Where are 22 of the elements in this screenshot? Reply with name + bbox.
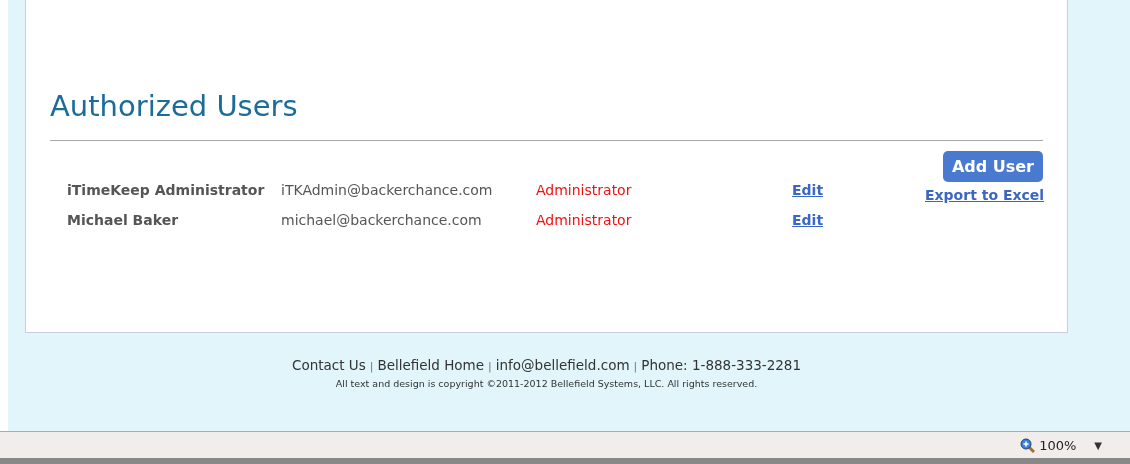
add-user-button[interactable]: Add User <box>942 151 1043 182</box>
zoom-icon[interactable] <box>1020 437 1036 453</box>
copyright-text: All text and design is copyright ©2011-2012 Bellefield Systems, LLC. All rights reserved. <box>334 378 759 389</box>
footer-phone: Phone: 1-888-333-2281 <box>641 357 802 373</box>
dropdown-arrow[interactable]: ▼ <box>1094 439 1102 451</box>
footer-link[interactable]: Contact Us <box>291 357 366 373</box>
footer-link[interactable]: Bellefield Home <box>377 357 485 373</box>
page-heading: Authorized Users <box>50 88 299 125</box>
user-role: Administrator <box>536 182 633 198</box>
user-email: michael@backerchance.com <box>281 212 483 228</box>
edit-link[interactable]: Edit <box>792 212 925 228</box>
zoom-level[interactable]: 100% <box>1039 437 1077 453</box>
footer-link[interactable]: info@bellefield.com <box>495 357 630 373</box>
user-name: iTimeKeep Administrator <box>67 182 266 198</box>
footer-separator: | <box>633 360 638 373</box>
footer-separator: | <box>369 360 374 373</box>
footer-separator: | <box>488 360 492 373</box>
export-link[interactable]: Export to Excel <box>925 187 1045 203</box>
user-email: iTKAdmin@backerchance.com <box>281 182 494 198</box>
user-name: Michael Baker <box>67 212 180 228</box>
edit-link[interactable]: Edit <box>792 182 925 198</box>
user-role: Administrator <box>536 212 633 228</box>
